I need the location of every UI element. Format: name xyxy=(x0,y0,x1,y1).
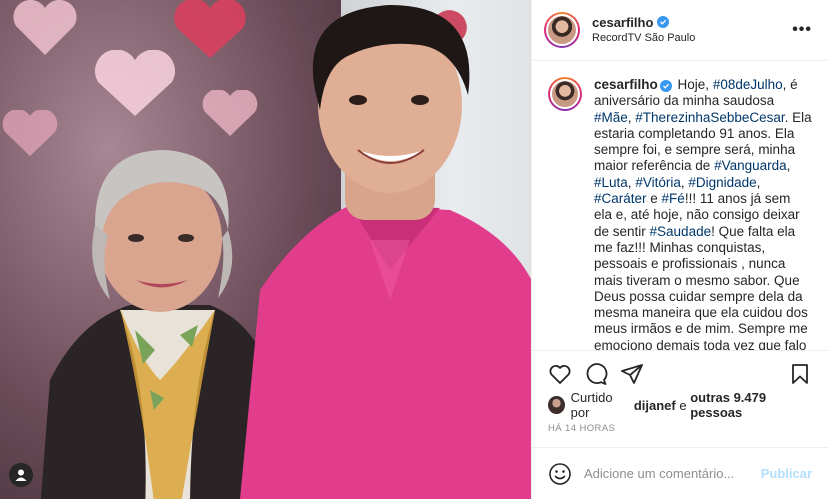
share-icon[interactable] xyxy=(620,362,644,386)
caption-text: cesarfilho Hoje, #08deJulho, é aniversár… xyxy=(594,77,812,350)
hashtag-link[interactable]: #Luta xyxy=(594,175,628,190)
post-header-text: cesarfilho RecordTV São Paulo xyxy=(592,15,788,46)
comment-bar: Publicar xyxy=(532,447,828,499)
location-link[interactable]: RecordTV São Paulo xyxy=(592,32,788,45)
actions-section: Curtido por dijanef e outras 9.479 pesso… xyxy=(532,350,828,437)
post-side-panel: cesarfilho RecordTV São Paulo ••• cesarf… xyxy=(531,0,828,499)
hashtag-link[interactable]: #Mãe xyxy=(594,110,628,125)
hashtag-link[interactable]: #Dignidade xyxy=(688,175,756,190)
caption-avatar[interactable] xyxy=(548,77,582,111)
hashtag-link[interactable]: #Caráter xyxy=(594,191,647,206)
heart-decoration xyxy=(94,50,176,116)
caption-fragment: , xyxy=(786,158,791,174)
heart-decoration xyxy=(174,0,246,58)
more-options-icon[interactable]: ••• xyxy=(788,17,816,43)
caption-fragment: , xyxy=(756,174,761,190)
likes-connector: e xyxy=(679,397,687,413)
caption-fragment: ! Que falta ela me faz!!! Minhas conquis… xyxy=(594,223,808,350)
heart-icon[interactable] xyxy=(548,362,572,386)
man-figure xyxy=(240,5,531,499)
post-header: cesarfilho RecordTV São Paulo ••• xyxy=(532,0,828,61)
comment-icon[interactable] xyxy=(584,362,608,386)
heart-decoration xyxy=(13,0,77,55)
publish-button[interactable]: Publicar xyxy=(761,466,812,481)
caption-section: cesarfilho Hoje, #08deJulho, é aniversár… xyxy=(532,61,828,350)
liker-avatar[interactable] xyxy=(548,396,565,414)
comment-input[interactable] xyxy=(584,466,761,481)
verified-badge-icon xyxy=(657,16,670,29)
hashtag-link[interactable]: #Vanguarda xyxy=(714,158,787,173)
liker-username[interactable]: dijanef xyxy=(634,398,676,413)
username-link[interactable]: cesarfilho xyxy=(592,15,653,31)
post-timestamp[interactable]: HÁ 14 HORAS xyxy=(548,423,812,437)
hashtag-link[interactable]: #08deJulho xyxy=(713,77,783,92)
avatar[interactable] xyxy=(544,12,580,48)
action-icons xyxy=(548,359,812,389)
emoji-icon[interactable] xyxy=(548,462,572,486)
hashtag-link[interactable]: #TherezinhaSebbeCesar xyxy=(635,110,784,125)
verified-badge-icon xyxy=(659,80,672,92)
likes-summary: Curtido por dijanef e outras 9.479 pesso… xyxy=(548,390,812,420)
hashtag-link[interactable]: #Vitória xyxy=(635,175,681,190)
likes-prefix: Curtido por xyxy=(570,390,613,420)
bookmark-icon[interactable] xyxy=(788,362,812,386)
hashtag-link[interactable]: #Fé xyxy=(662,191,685,206)
post-photo[interactable] xyxy=(0,0,531,499)
caption-fragment: Hoje, xyxy=(677,77,713,92)
caption-body: Hoje, #08deJulho, é aniversário da minha… xyxy=(594,77,812,350)
caption-username[interactable]: cesarfilho xyxy=(594,77,658,92)
hashtag-link[interactable]: #Saudade xyxy=(650,224,712,239)
user-tag-icon[interactable] xyxy=(9,463,33,487)
header-username: cesarfilho xyxy=(592,15,788,31)
likes-others[interactable]: outras 9.479 pessoas xyxy=(690,390,812,420)
caption-fragment: e xyxy=(646,191,662,207)
instagram-post: cesarfilho RecordTV São Paulo ••• cesarf… xyxy=(0,0,828,499)
